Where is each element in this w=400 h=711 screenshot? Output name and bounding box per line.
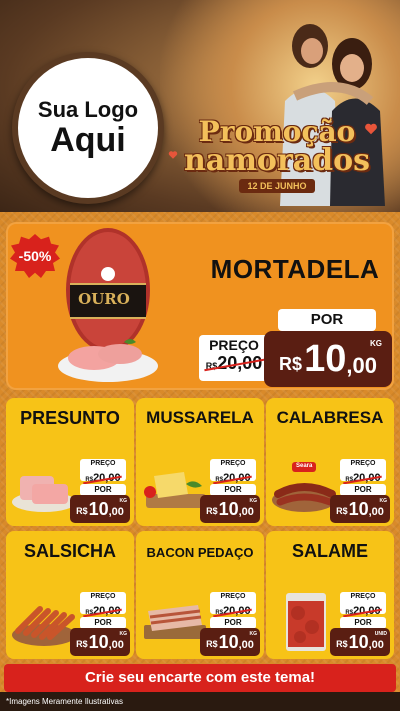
product-name: BACON PEDAÇO xyxy=(146,545,254,560)
logo-text-line1: Sua Logo xyxy=(37,97,139,123)
heart-icon xyxy=(168,151,178,159)
preco-label: PREÇO xyxy=(220,460,246,467)
product-name: SALAME xyxy=(292,541,368,561)
price-currency: R$ xyxy=(206,506,218,516)
presunto-image xyxy=(12,476,76,512)
logo-placeholder: Sua Logo Aqui xyxy=(12,52,164,204)
product-card-calabresa: CALABRESA Seara PREÇO R$20,00 POR R$ 10 … xyxy=(266,398,394,526)
old-price-currency: R$ xyxy=(205,361,218,371)
price-integer: 10 xyxy=(88,631,109,652)
promo-title-line2: namorados xyxy=(183,143,371,178)
price-currency: R$ xyxy=(76,639,88,649)
product-card-presunto: PRESUNTO PREÇO R$20,00 POR R$ 10 ,00 KG xyxy=(6,398,134,526)
old-price-value: 20,00 xyxy=(217,353,263,373)
product-price: R$ 10 ,00 KG xyxy=(330,495,390,523)
price-integer: 10 xyxy=(304,337,347,380)
disclaimer-note: *Imagens Meramente Ilustrativas xyxy=(6,697,123,706)
price-decimal: ,00 xyxy=(238,506,254,518)
price-currency: R$ xyxy=(206,639,218,649)
price-decimal: ,00 xyxy=(368,506,384,518)
price-unit: KG xyxy=(119,631,128,637)
featured-product-name: MORTADELA xyxy=(210,254,380,284)
price-integer: 10 xyxy=(348,631,369,652)
salsicha-image xyxy=(12,606,76,646)
old-price-value: 20,00 xyxy=(93,472,121,484)
price-unit: KG xyxy=(370,339,382,348)
product-name: PRESUNTO xyxy=(20,408,120,428)
price-decimal: ,00 xyxy=(108,639,124,651)
price-integer: 10 xyxy=(88,498,109,519)
brand-label: Seara xyxy=(296,463,313,469)
promo-title-line1: Promoção xyxy=(198,115,356,148)
promo-title: Promoção namorados 12 DE JUNHO xyxy=(172,118,382,194)
product-price: R$ 10 ,00 KG xyxy=(200,628,260,656)
product-card-salame: SALAME PREÇO R$20,00 POR R$ 10 ,00 UNID xyxy=(266,531,394,659)
bacon-image xyxy=(144,605,206,639)
old-price-currency: R$ xyxy=(345,610,354,616)
price-decimal: ,00 xyxy=(368,639,384,651)
product-price: R$ 10 ,00 KG xyxy=(70,628,130,656)
price-currency: R$ xyxy=(279,354,303,374)
old-price-box: PREÇO R$20,00 xyxy=(340,459,386,484)
price-currency: R$ xyxy=(76,506,88,516)
old-price-box: PREÇO R$20,00 xyxy=(199,335,269,381)
preco-label: PREÇO xyxy=(90,593,116,600)
old-price-currency: R$ xyxy=(85,477,94,483)
product-price: R$ 10 ,00 KG xyxy=(200,495,260,523)
price-decimal: ,00 xyxy=(238,639,254,651)
product-card-mussarela: MUSSARELA PREÇO R$20,00 POR R$ 10 ,00 KG xyxy=(136,398,264,526)
preco-label: PREÇO xyxy=(350,593,376,600)
product-price: R$ 10 ,00 KG xyxy=(70,495,130,523)
old-price: R$20,00 xyxy=(206,353,263,374)
salame-image xyxy=(286,593,326,651)
price-unit: KG xyxy=(119,498,128,504)
product-card-bacon: BACON PEDAÇO PREÇO R$20,00 POR R$ 10 ,00… xyxy=(136,531,264,659)
price-integer: 10 xyxy=(218,498,239,519)
brand-label: OURO xyxy=(78,290,130,308)
price-unit: KG xyxy=(379,498,388,504)
cta-banner[interactable]: Crie seu encarte com este tema! xyxy=(4,664,396,692)
old-price-value: 20,00 xyxy=(93,605,121,617)
price-decimal: ,00 xyxy=(346,353,377,378)
heart-icon xyxy=(365,123,377,135)
product-name: SALSICHA xyxy=(23,541,116,561)
old-price-currency: R$ xyxy=(345,477,354,483)
old-price-box: PREÇO R$20,00 xyxy=(340,592,386,617)
preco-label: PREÇO xyxy=(209,337,259,353)
preco-label: PREÇO xyxy=(350,460,376,467)
promo-date-badge: 12 DE JUNHO xyxy=(239,179,315,193)
product-price: R$ 10 ,00 UNID xyxy=(330,628,390,656)
old-price-box: PREÇO R$20,00 xyxy=(210,459,256,484)
price-integer: 10 xyxy=(218,631,239,652)
product-name: CALABRESA xyxy=(276,408,384,427)
header-banner: Sua Logo Aqui Promoção namorados 12 DE J… xyxy=(0,0,400,218)
old-price-value: 20,00 xyxy=(223,605,251,617)
old-price-value: 20,00 xyxy=(353,605,381,617)
old-price-value: 20,00 xyxy=(353,472,381,484)
preco-label: PREÇO xyxy=(220,593,246,600)
product-name: MUSSARELA xyxy=(146,408,254,427)
old-price-currency: R$ xyxy=(215,477,224,483)
price-decimal: ,00 xyxy=(108,506,124,518)
old-price-box: PREÇO R$20,00 xyxy=(210,592,256,617)
featured-price: R$ 10 ,00 KG xyxy=(264,331,392,387)
old-price-box: PREÇO R$20,00 xyxy=(80,459,126,484)
product-card-salsicha: SALSICHA PREÇO R$20,00 POR R$ 10 ,00 KG xyxy=(6,531,134,659)
logo-text-line2: Aqui xyxy=(50,121,126,160)
old-price-value: 20,00 xyxy=(223,472,251,484)
preco-label: PREÇO xyxy=(90,460,116,467)
price-unit: KG xyxy=(249,498,258,504)
price-currency: R$ xyxy=(336,639,348,649)
old-price-currency: R$ xyxy=(85,610,94,616)
old-price-box: PREÇO R$20,00 xyxy=(80,592,126,617)
price-unit: UNID xyxy=(374,631,387,637)
price-integer: 10 xyxy=(348,498,369,519)
por-label: POR xyxy=(278,309,376,331)
mussarela-image xyxy=(144,472,206,508)
old-price-currency: R$ xyxy=(215,610,224,616)
price-unit: KG xyxy=(249,631,258,637)
price-currency: R$ xyxy=(336,506,348,516)
